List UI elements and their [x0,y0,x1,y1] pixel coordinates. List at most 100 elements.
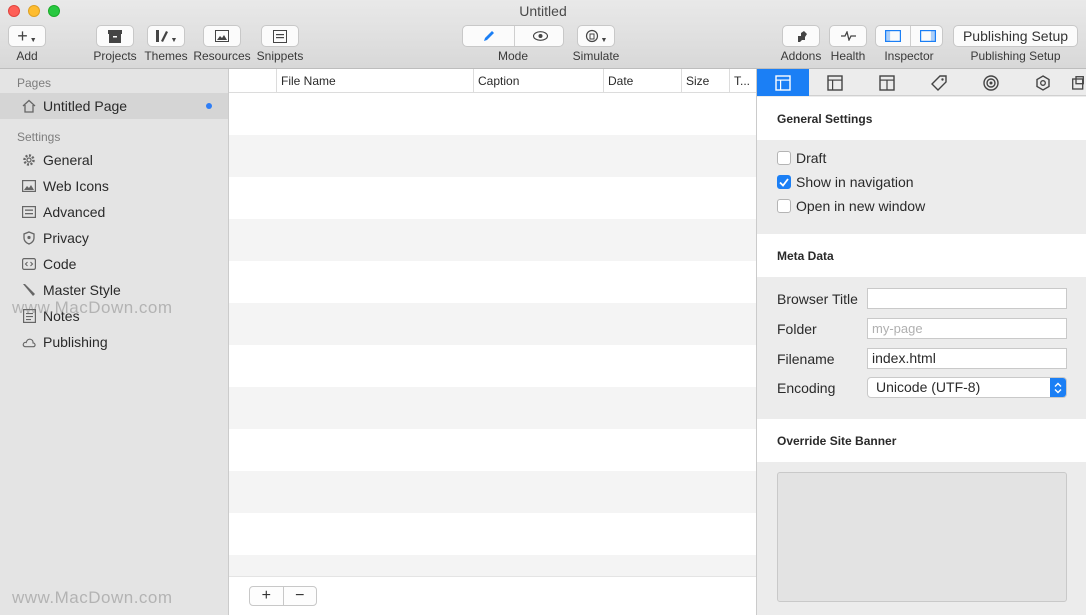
add-label: Add [16,49,38,63]
table-row [229,177,756,219]
inspector-tabs [757,69,1086,96]
publishing-setup-button-label: Publishing Setup [962,28,1069,44]
resources-button[interactable] [203,25,241,47]
draft-checkbox-label: Draft [796,150,827,166]
sidebar-item-label: Advanced [43,204,106,220]
open-in-new-window-checkbox-label: Open in new window [796,198,926,214]
show-in-navigation-checkbox-label: Show in navigation [796,174,914,190]
show-in-navigation-checkbox[interactable]: Show in navigation [777,173,914,191]
toggle-right-panel-button[interactable] [911,26,944,46]
watermark-text: www.MacDown.com [12,588,173,607]
health-button[interactable] [829,25,867,47]
sidebar-item-publishing[interactable]: Publishing [0,329,228,355]
sidebar-item-privacy[interactable]: Privacy [0,225,228,251]
checkbox-box[interactable] [777,199,791,213]
filename-input[interactable]: index.html [867,348,1067,369]
header-layout-icon [827,74,843,91]
checkbox-box[interactable] [777,151,791,165]
settings-heading: Settings [17,130,61,144]
column-header-file-name[interactable]: File Name [276,69,473,93]
chevron-down-icon: ▼ [170,36,178,44]
right-panel-icon [919,30,936,42]
sidebar-item-general[interactable]: General [0,147,228,173]
updown-chevron-icon [1050,378,1066,397]
remove-file-button[interactable]: − [284,587,317,605]
folder-label: Folder [777,321,817,337]
checkbox-box[interactable] [777,175,791,189]
sidebar-item-web-icons[interactable]: Web Icons [0,173,228,199]
toggle-left-panel-button[interactable] [876,26,910,46]
general-settings-header: General Settings [757,97,1086,140]
file-list: File Name Caption Date Size T... + − [229,69,756,615]
sidebar-item-label: Privacy [43,230,89,246]
table-row [229,471,756,513]
sidebar-item-untitled-page[interactable]: Untitled Page [0,93,228,119]
sliders-icon [22,205,36,219]
plus-icon: + [261,587,271,604]
tab-style[interactable] [965,69,1017,96]
mode-segmented-control [462,25,564,47]
folder-input[interactable]: my-page [867,318,1067,339]
snippets-button[interactable] [261,25,299,47]
pencil-icon [483,31,494,41]
list-footer: + − [229,576,756,615]
sidebar: Pages Untitled Page Settings General Web… [0,69,229,615]
general-settings-heading: General Settings [777,112,873,126]
add-file-button[interactable]: + [250,587,284,605]
table-row [229,387,756,429]
open-in-new-window-checkbox[interactable]: Open in new window [777,197,925,215]
checkmark-icon [779,177,789,187]
meta-data-heading: Meta Data [777,249,834,263]
toolbar: Untitled + ▼ Add Projects ▼ Themes Resou… [0,0,1086,69]
pulse-icon [840,31,856,41]
banner-image-well[interactable] [777,472,1067,602]
columns-icon [879,74,895,91]
tab-settings[interactable] [1017,69,1069,96]
cloud-icon [22,335,36,349]
publishing-setup-button[interactable]: Publishing Setup [953,25,1078,47]
mode-label: Mode [497,49,529,63]
target-icon [983,74,999,91]
simulate-button[interactable]: ▼ [577,25,615,47]
inspector-segmented-control [875,25,943,47]
home-icon [22,99,36,113]
tag-icon [931,74,947,91]
tab-page-layout[interactable] [757,69,809,96]
addons-button[interactable] [782,25,820,47]
minus-icon: − [295,587,305,604]
add-button[interactable]: + ▼ [8,25,46,47]
sidebar-item-code[interactable]: Code [0,251,228,277]
window-title: Untitled [519,3,567,19]
plugin-icon [797,30,807,42]
gear-icon [22,153,36,167]
themes-button[interactable]: ▼ [147,25,185,47]
sidebar-item-advanced[interactable]: Advanced [0,199,228,225]
table-row [229,219,756,261]
device-icon [585,29,598,43]
encoding-select[interactable]: Unicode (UTF-8) [867,377,1067,398]
health-label: Health [830,49,866,63]
draft-checkbox[interactable]: Draft [777,149,826,167]
image-icon [22,179,36,193]
resources-label: Resources [193,49,251,63]
column-header-type[interactable]: T... [729,69,756,93]
browser-title-input[interactable] [867,288,1067,309]
inspector-panel: General Settings Draft Show in navigatio… [756,69,1086,615]
edit-mode-button[interactable] [463,26,514,46]
addons-label: Addons [780,49,822,63]
tab-header[interactable] [809,69,861,96]
projects-button[interactable] [96,25,134,47]
column-header-size[interactable]: Size [681,69,729,93]
shield-icon [22,231,36,245]
sidebar-item-label: Web Icons [43,178,109,194]
tab-columns[interactable] [861,69,913,96]
preview-mode-button[interactable] [515,26,565,46]
encoding-label: Encoding [777,380,836,396]
column-header-date[interactable]: Date [603,69,681,93]
tab-more[interactable] [1069,69,1086,96]
column-header-caption[interactable]: Caption [473,69,603,93]
table-row [229,261,756,303]
sidebar-item-label: Code [43,256,77,272]
archive-icon [108,29,122,43]
tab-tags[interactable] [913,69,965,96]
